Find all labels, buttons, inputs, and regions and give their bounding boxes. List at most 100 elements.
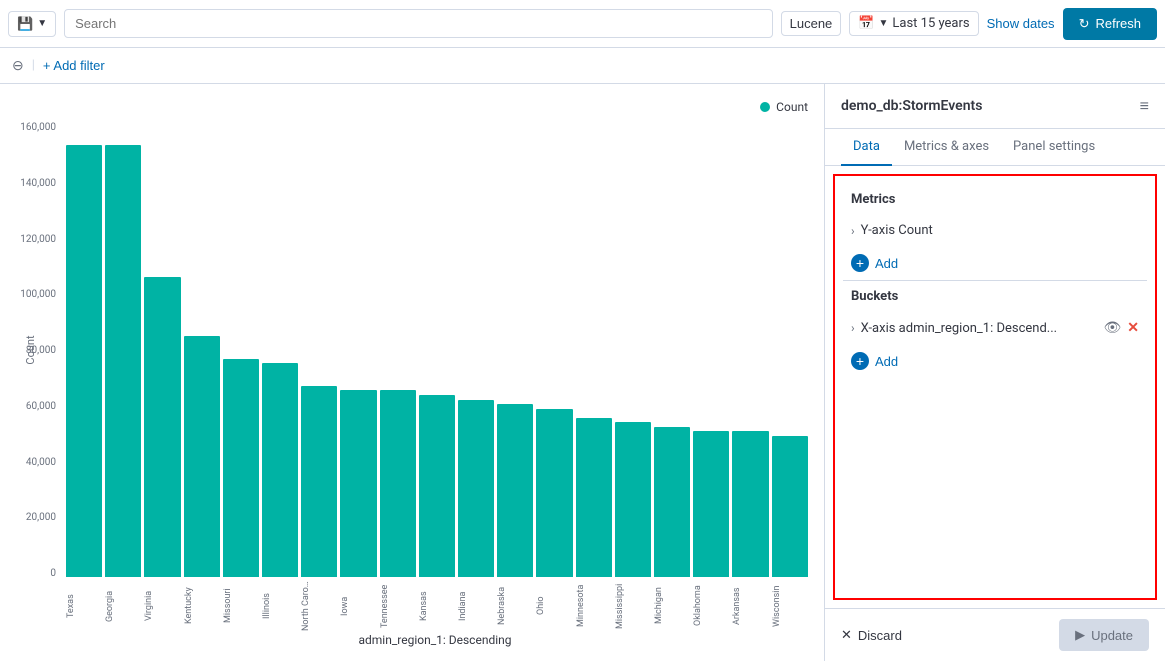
bar[interactable] bbox=[144, 277, 180, 577]
toolbar: 💾 ▼ Lucene 📅 ▼ Last 15 years Show dates … bbox=[0, 0, 1165, 48]
buckets-add-button[interactable]: + Add bbox=[843, 344, 1147, 378]
x-axis-label: North Carolina bbox=[301, 581, 337, 631]
lucene-button[interactable]: Lucene bbox=[781, 11, 842, 36]
y-label-140k: 140,000 bbox=[20, 178, 56, 189]
discard-icon: ✕ bbox=[841, 627, 852, 643]
metrics-add-button[interactable]: + Add bbox=[843, 246, 1147, 280]
metrics-plus-icon: + bbox=[851, 254, 869, 272]
x-axis-label: Tennessee bbox=[380, 581, 416, 631]
x-axis-labels: TexasGeorgiaVirginiaKentuckyMissouriIlli… bbox=[66, 581, 808, 631]
bar[interactable] bbox=[654, 427, 690, 577]
discard-button[interactable]: ✕ Discard bbox=[841, 627, 902, 643]
bar[interactable] bbox=[262, 363, 298, 577]
buckets-add-label: Add bbox=[875, 354, 898, 369]
bar[interactable] bbox=[340, 390, 376, 577]
discard-label: Discard bbox=[858, 628, 902, 643]
chart-wrapper: 0 20,000 40,000 60,000 80,000 100,000 12… bbox=[8, 122, 808, 631]
bar[interactable] bbox=[66, 145, 102, 577]
x-axis-label: Michigan bbox=[654, 581, 690, 631]
x-axis-label: Ohio bbox=[536, 581, 572, 631]
metric-row-yaxis[interactable]: › Y-axis Count bbox=[843, 215, 1147, 246]
bar[interactable] bbox=[223, 359, 259, 577]
x-axis-label: Oklahoma bbox=[693, 581, 729, 631]
y-label-40k: 40,000 bbox=[26, 457, 56, 468]
x-axis-label: Mississippi bbox=[615, 581, 651, 631]
add-filter-button[interactable]: + Add filter bbox=[43, 58, 105, 73]
panel-content: Metrics › Y-axis Count + Add Buckets › X… bbox=[833, 174, 1157, 600]
eye-icon[interactable]: 👁 bbox=[1103, 320, 1121, 336]
x-axis-label: Texas bbox=[66, 581, 102, 631]
panel-menu-icon[interactable]: ≡ bbox=[1140, 96, 1149, 116]
bar[interactable] bbox=[497, 404, 533, 577]
bucket-close-icon[interactable]: ✕ bbox=[1127, 320, 1139, 336]
x-axis-label: Missouri bbox=[223, 581, 259, 631]
right-panel: demo_db:StormEvents ≡ Data Metrics & axe… bbox=[825, 84, 1165, 661]
bar[interactable] bbox=[615, 422, 651, 577]
bar[interactable] bbox=[380, 390, 416, 577]
bar[interactable] bbox=[458, 400, 494, 577]
x-axis-label: Illinois bbox=[262, 581, 298, 631]
separator: | bbox=[32, 58, 35, 73]
x-axis-label: Kansas bbox=[419, 581, 455, 631]
time-picker[interactable]: 📅 ▼ Last 15 years bbox=[849, 11, 978, 36]
legend-dot bbox=[760, 102, 770, 112]
y-label-100k: 100,000 bbox=[20, 289, 56, 300]
bars-container: Count bbox=[66, 122, 808, 577]
bar[interactable] bbox=[301, 386, 337, 577]
bar[interactable] bbox=[105, 145, 141, 577]
tab-metrics-axes[interactable]: Metrics & axes bbox=[892, 129, 1001, 166]
x-axis-label: Georgia bbox=[105, 581, 141, 631]
refresh-button[interactable]: ↻ Refresh bbox=[1063, 8, 1157, 40]
bar[interactable] bbox=[576, 418, 612, 577]
update-button[interactable]: ▶ Update bbox=[1059, 619, 1149, 651]
y-label-60k: 60,000 bbox=[26, 401, 56, 412]
search-input[interactable] bbox=[64, 9, 773, 38]
show-dates-button[interactable]: Show dates bbox=[987, 16, 1055, 31]
x-axis-label: Indiana bbox=[458, 581, 494, 631]
chart-body: Count TexasGeorgiaVirginiaKentuckyMissou… bbox=[66, 122, 808, 631]
bottom-bar: ✕ Discard ▶ Update bbox=[825, 608, 1165, 661]
tab-panel-settings[interactable]: Panel settings bbox=[1001, 129, 1107, 166]
update-label: Update bbox=[1091, 628, 1133, 643]
legend-label: Count bbox=[776, 100, 808, 114]
tab-data[interactable]: Data bbox=[841, 129, 892, 166]
bar[interactable] bbox=[732, 431, 768, 577]
bar[interactable] bbox=[693, 431, 729, 577]
metric-label: Y-axis Count bbox=[861, 223, 933, 238]
metrics-add-label: Add bbox=[875, 256, 898, 271]
save-icon: 💾 bbox=[17, 16, 33, 32]
x-axis-label: Kentucky bbox=[184, 581, 220, 631]
bar[interactable] bbox=[772, 436, 808, 577]
calendar-icon: 📅 bbox=[858, 16, 874, 31]
refresh-icon: ↻ bbox=[1079, 16, 1090, 32]
time-range-label: Last 15 years bbox=[892, 16, 969, 31]
buckets-section-title: Buckets bbox=[843, 281, 1147, 312]
panel-tabs: Data Metrics & axes Panel settings bbox=[825, 129, 1165, 166]
buckets-plus-icon: + bbox=[851, 352, 869, 370]
bucket-row-xaxis[interactable]: › X-axis admin_region_1: Descend... 👁 ✕ bbox=[843, 312, 1147, 344]
chart-area: Count 0 20,000 40,000 60,000 80,000 100,… bbox=[0, 84, 825, 661]
x-axis-label: Nebraska bbox=[497, 581, 533, 631]
filter-icon[interactable]: ⊖ bbox=[12, 58, 24, 74]
bar[interactable] bbox=[536, 409, 572, 577]
chart-legend: Count bbox=[8, 100, 808, 114]
refresh-label: Refresh bbox=[1095, 16, 1141, 31]
x-axis-label: Iowa bbox=[340, 581, 376, 631]
y-label-20k: 20,000 bbox=[26, 512, 56, 523]
y-label-0: 0 bbox=[50, 568, 56, 579]
x-axis-label: Virginia bbox=[144, 581, 180, 631]
bar[interactable] bbox=[184, 336, 220, 577]
save-dropdown-icon: ▼ bbox=[37, 18, 47, 29]
x-axis-title: admin_region_1: Descending bbox=[62, 631, 808, 653]
x-axis-label: Arkansas bbox=[732, 581, 768, 631]
save-button[interactable]: 💾 ▼ bbox=[8, 11, 56, 37]
panel-header: demo_db:StormEvents ≡ bbox=[825, 84, 1165, 129]
filter-bar: ⊖ | + Add filter bbox=[0, 48, 1165, 84]
update-icon: ▶ bbox=[1075, 627, 1085, 643]
y-label-120k: 120,000 bbox=[20, 234, 56, 245]
y-label-160k: 160,000 bbox=[20, 122, 56, 133]
y-label-80k: 80,000 bbox=[26, 345, 56, 356]
bar[interactable] bbox=[419, 395, 455, 577]
panel-title: demo_db:StormEvents bbox=[841, 98, 982, 114]
bucket-label: X-axis admin_region_1: Descend... bbox=[861, 321, 1098, 336]
